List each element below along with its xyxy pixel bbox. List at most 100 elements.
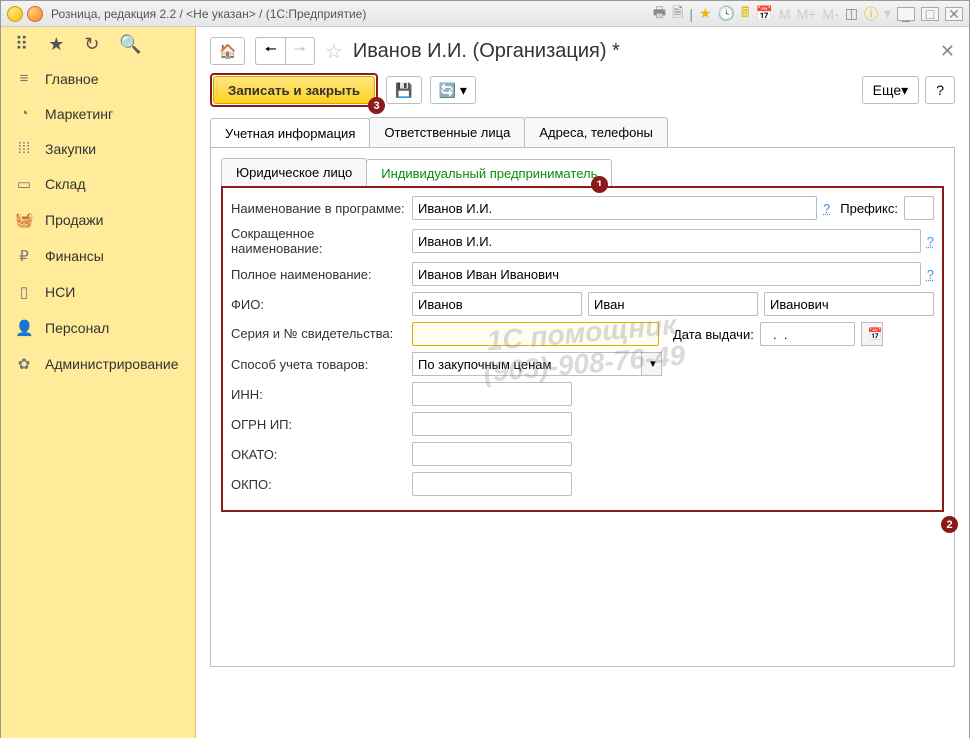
label-program-name: Наименование в программе: — [231, 201, 406, 216]
forward-button[interactable]: 🠖 — [285, 37, 315, 65]
short-name-input[interactable] — [412, 229, 921, 253]
tb-mminus-icon[interactable]: M- — [822, 6, 838, 22]
subtab-individual[interactable]: Индивидуальный предприниматель — [366, 159, 612, 188]
label-inn: ИНН: — [231, 387, 406, 402]
box-icon: ▭ — [15, 175, 33, 193]
sidebar-item-label: Закупки — [45, 141, 96, 157]
label-certificate: Серия и № свидетельства: — [231, 327, 406, 342]
home-button[interactable]: 🏠 — [210, 37, 245, 65]
callout-badge-2: 2 — [941, 516, 958, 533]
issue-date-input[interactable] — [760, 322, 855, 346]
gear-icon: ✿ — [15, 355, 33, 373]
okpo-input[interactable] — [412, 472, 572, 496]
favorite-icon[interactable]: ★ — [48, 34, 64, 55]
sidebar-item-finance[interactable]: ₽ Финансы — [1, 238, 195, 274]
person-icon: 👤 — [15, 319, 33, 337]
tb-history-icon[interactable]: 🕓 — [718, 5, 735, 22]
calendar-button[interactable]: 📅 — [861, 322, 883, 346]
minimize-button[interactable]: _ — [897, 7, 915, 21]
tb-panels-icon[interactable]: ◫ — [845, 5, 858, 22]
label-full-name: Полное наименование: — [231, 267, 406, 282]
basket-icon: 🧺 — [15, 211, 33, 229]
sidebar-item-main[interactable]: ≡ Главное — [1, 61, 195, 96]
help-program-name[interactable]: ? — [823, 201, 830, 216]
okato-input[interactable] — [412, 442, 572, 466]
label-prefix: Префикс: — [840, 201, 898, 216]
prefix-input[interactable] — [904, 196, 934, 220]
label-issue-date: Дата выдачи: — [673, 327, 754, 342]
app-icon-dropdown[interactable] — [27, 6, 43, 22]
app-icon-1c — [7, 6, 23, 22]
label-fio: ФИО: — [231, 297, 406, 312]
tab-account-info[interactable]: Учетная информация — [210, 118, 370, 148]
tb-doc-icon[interactable]: 🗎 — [672, 2, 683, 26]
tb-m-icon[interactable]: M — [779, 6, 791, 22]
sidebar-item-label: Персонал — [45, 320, 109, 336]
help-button[interactable]: ? — [925, 76, 955, 104]
middlename-input[interactable] — [764, 292, 934, 316]
ogrn-input[interactable] — [412, 412, 572, 436]
menu-icon: ≡ — [15, 70, 33, 87]
label-okato: ОКАТО: — [231, 447, 406, 462]
apps-icon[interactable]: ⠿ — [15, 34, 28, 55]
inn-input[interactable] — [412, 382, 572, 406]
callout-badge-3: 3 — [368, 97, 385, 114]
barcode-icon: ⁞⁞⁞ — [15, 140, 33, 157]
sidebar-item-personnel[interactable]: 👤 Персонал — [1, 310, 195, 346]
sidebar-item-marketing[interactable]: ◔Маркетинг — [1, 96, 195, 131]
tb-calendar-icon[interactable]: 📅 — [755, 5, 772, 22]
close-page-button[interactable]: ✕ — [940, 41, 955, 62]
page-title: Иванов И.И. (Организация) * — [353, 40, 620, 63]
subtab-legal-entity[interactable]: Юридическое лицо — [221, 158, 367, 187]
sidebar-item-warehouse[interactable]: ▭ Склад — [1, 166, 195, 202]
program-name-input[interactable] — [412, 196, 817, 220]
sidebar-item-label: Склад — [45, 176, 86, 192]
tb-print-icon[interactable]: 🖶 — [653, 2, 666, 26]
tb-mplus-icon[interactable]: M+ — [797, 6, 817, 22]
titlebar: Розница, редакция 2.2 / <Не указан> / (1… — [1, 1, 969, 27]
tb-sep-icon: ▾ — [884, 5, 891, 22]
tab-addresses[interactable]: Адреса, телефоны — [524, 117, 668, 147]
sidebar-item-label: Администрирование — [45, 356, 179, 372]
sidebar-item-label: Маркетинг — [45, 106, 113, 122]
select-dropdown-button[interactable]: ▼ — [642, 352, 662, 376]
close-button[interactable]: ✕ — [945, 7, 963, 21]
sidebar: ⠿ ★ ↻ 🔍 ≡ Главное ◔Маркетинг ⁞⁞⁞ Закупки ▭… — [1, 27, 196, 738]
refresh-button[interactable]: 🔄 ▾ — [430, 76, 476, 104]
tb-info-icon[interactable]: ⓘ — [864, 4, 878, 24]
sidebar-item-purchases[interactable]: ⁞⁞⁞ Закупки — [1, 131, 195, 166]
search-icon[interactable]: 🔍 — [119, 34, 141, 55]
sidebar-item-sales[interactable]: 🧺 Продажи — [1, 202, 195, 238]
book-icon: ▯ — [15, 283, 33, 301]
sidebar-item-nsi[interactable]: ▯ НСИ — [1, 274, 195, 310]
save-button[interactable]: 💾 — [386, 76, 421, 104]
help-full-name[interactable]: ? — [927, 267, 934, 282]
back-button[interactable]: 🠔 — [255, 37, 284, 65]
accounting-method-select[interactable] — [412, 352, 642, 376]
history-icon[interactable]: ↻ — [84, 34, 99, 55]
lastname-input[interactable] — [412, 292, 582, 316]
sidebar-item-label: Финансы — [45, 248, 104, 264]
certificate-input[interactable] — [412, 322, 659, 346]
sidebar-item-label: Продажи — [45, 212, 103, 228]
more-button[interactable]: Еще ▾ — [862, 76, 920, 104]
tb-star-icon[interactable]: ★ — [699, 5, 712, 22]
save-and-close-button[interactable]: Записать и закрыть — [213, 76, 375, 104]
help-short-name[interactable]: ? — [927, 234, 934, 249]
label-ogrn: ОГРН ИП: — [231, 417, 406, 432]
sidebar-item-label: Главное — [45, 71, 99, 87]
tb-calc-icon[interactable]: 🖩 — [741, 2, 749, 26]
firstname-input[interactable] — [588, 292, 758, 316]
ruble-icon: ₽ — [15, 247, 33, 265]
sidebar-item-label: НСИ — [45, 284, 75, 300]
titlebar-text: Розница, редакция 2.2 / <Не указан> / (1… — [51, 7, 366, 21]
label-method: Способ учета товаров: — [231, 357, 406, 372]
favorite-star-icon[interactable]: ☆ — [325, 39, 343, 64]
full-name-input[interactable] — [412, 262, 921, 286]
tb-sep-icon: | — [689, 6, 693, 22]
label-okpo: ОКПО: — [231, 477, 406, 492]
label-short-name: Сокращенное наименование: — [231, 226, 406, 256]
sidebar-item-admin[interactable]: ✿ Администрирование — [1, 346, 195, 382]
maximize-button[interactable]: □ — [921, 7, 939, 21]
tab-responsible[interactable]: Ответственные лица — [369, 117, 525, 147]
